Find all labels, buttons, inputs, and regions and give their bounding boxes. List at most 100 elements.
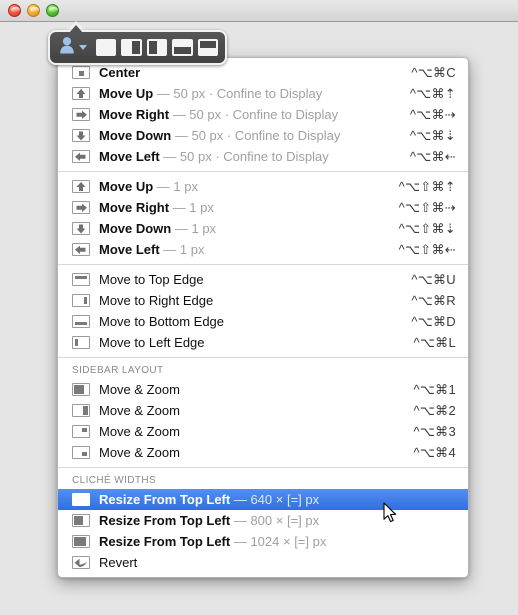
menu-item-shortcut: ^⌥⌘4 (413, 444, 456, 460)
chevron-down-icon (79, 45, 87, 50)
menu-item[interactable]: Move to Bottom Edge ^⌥⌘D (58, 311, 468, 332)
menu-item[interactable]: Resize From Top Left — 1024 × [=] px (58, 531, 468, 552)
menu-separator (58, 467, 468, 468)
menu-item-text: Resize From Top Left — 640 × [=] px (99, 492, 456, 507)
menu-item-detail: — 50 px · Confine to Display (172, 107, 339, 122)
toolbar-popover (48, 30, 227, 65)
menu-item[interactable]: Resize From Top Left — 800 × [=] px (58, 510, 468, 531)
menu-item-label: Move Down (99, 128, 172, 143)
menu-item-label: Move & Zoom (99, 445, 180, 460)
section-header: SIDEBAR LAYOUT (72, 365, 164, 376)
menu-item-label: Move Left (99, 149, 160, 164)
menu-item-shortcut: ^⌥⌘R (411, 292, 456, 308)
menu-item[interactable]: Move Left — 1 px ^⌥⇧⌘⇠ (58, 239, 468, 260)
menu-item[interactable]: Move & Zoom ^⌥⌘4 (58, 442, 468, 463)
menu-item-shortcut: ^⌥⌘⇠ (409, 148, 456, 164)
menu-item-label: Resize From Top Left (99, 534, 231, 549)
sidebar-2-icon (72, 404, 90, 417)
close-button[interactable] (8, 4, 21, 17)
menu-item[interactable]: Resize From Top Left — 640 × [=] px (58, 489, 468, 510)
menu-item-label: Revert (99, 555, 138, 570)
menu-section: Move to Top Edge ^⌥⌘U Move to Right Edge ^⌥… (58, 269, 468, 353)
menu-item-label: Move & Zoom (99, 403, 180, 418)
menu-item-label: Move to Top Edge (99, 272, 204, 287)
arrow-down-icon (72, 129, 90, 142)
menu-item[interactable]: Move to Left Edge ^⌥⌘L (58, 332, 468, 353)
menu-item[interactable]: Move & Zoom ^⌥⌘1 (58, 379, 468, 400)
menu-item-label: Move & Zoom (99, 382, 180, 397)
menu-item-text: Resize From Top Left — 1024 × [=] px (99, 534, 456, 549)
arrow-right-icon (72, 108, 90, 121)
menu-item[interactable]: Move Right — 50 px · Confine to Display ^… (58, 104, 468, 125)
menu-item[interactable]: Move Up — 1 px ^⌥⇧⌘⇡ (58, 176, 468, 197)
menu-item-text: Move & Zoom (99, 445, 399, 460)
menu-item-shortcut: ^⌥⌘1 (413, 381, 456, 397)
menu-item-label: Resize From Top Left (99, 513, 231, 528)
menu-item[interactable]: Move to Top Edge ^⌥⌘U (58, 269, 468, 290)
revert-icon (72, 556, 90, 569)
menu-item[interactable]: Move to Right Edge ^⌥⌘R (58, 290, 468, 311)
menu-item-detail: — 50 px · Confine to Display (163, 149, 329, 164)
menu-item[interactable]: Move Up — 50 px · Confine to Display ^⌥⌘⇡ (58, 83, 468, 104)
menu-item-text: Move & Zoom (99, 403, 399, 418)
menu-item-label: Move Right (99, 107, 170, 122)
menu-item-shortcut: ^⌥⌘⇣ (409, 127, 456, 143)
menu-item-label: Center (99, 65, 141, 80)
menu-separator (58, 357, 468, 358)
menu-item-text: Move & Zoom (99, 382, 399, 397)
person-menu-button[interactable] (57, 36, 87, 59)
menu-item-shortcut: ^⌥⌘3 (413, 423, 456, 439)
menu-item-detail: — 1 px (172, 200, 214, 215)
menu-item-detail: — 50 px · Confine to Display (174, 128, 341, 143)
menu-item[interactable]: Move & Zoom ^⌥⌘2 (58, 400, 468, 421)
menu-item-label: Move to Right Edge (99, 293, 214, 308)
menu-item-text: Move Left — 1 px (99, 242, 385, 257)
sidebar-3-icon (72, 425, 90, 438)
arrow-down-icon (72, 222, 90, 235)
menu-item-label: Move Right (99, 200, 170, 215)
center-icon (72, 66, 90, 79)
menu-item-text: Revert (99, 555, 456, 570)
layout-bottom-button[interactable] (197, 39, 219, 56)
menu-item-detail: — 1024 × [=] px (233, 534, 327, 549)
layout-left-button[interactable] (121, 39, 142, 56)
resize-1024-icon (72, 535, 90, 548)
menu-section: SIDEBAR LAYOUT Move & Zoom ^⌥⌘1 Move & Zoom… (58, 362, 468, 463)
layout-full-button[interactable] (96, 39, 117, 56)
menu-item[interactable]: Move Down — 1 px ^⌥⇧⌘⇣ (58, 218, 468, 239)
edge-bottom-icon (72, 315, 90, 328)
minimize-button[interactable] (27, 4, 40, 17)
layout-right-button[interactable] (146, 39, 168, 56)
menu-item-text: Move Left — 50 px · Confine to Display (99, 149, 396, 164)
menu-item-text: Move to Right Edge (99, 293, 397, 308)
menu-item-shortcut: ^⌥⌘L (413, 334, 456, 350)
menu-item-label: Move Up (99, 179, 154, 194)
person-icon (59, 36, 76, 59)
arrow-up-icon (72, 180, 90, 193)
menu-section: Move Up — 1 px ^⌥⇧⌘⇡ Move Right — 1 px ^⌥⇧⌘… (58, 176, 468, 260)
menu-item-text: Move Down — 1 px (99, 221, 385, 236)
menu-item[interactable]: Move Down — 50 px · Confine to Display ^⌥… (58, 125, 468, 146)
menu-item[interactable]: Move & Zoom ^⌥⌘3 (58, 421, 468, 442)
sidebar-4-icon (72, 446, 90, 459)
menu-item-text: Resize From Top Left — 800 × [=] px (99, 513, 456, 528)
menu-item-shortcut: ^⌥⌘2 (413, 402, 456, 418)
menu-item[interactable]: Move Right — 1 px ^⌥⇧⌘⇢ (58, 197, 468, 218)
menu-separator (58, 264, 468, 265)
menu-item-label: Move & Zoom (99, 424, 180, 439)
menu-item[interactable]: Revert (58, 552, 468, 573)
menu-item-label: Move to Left Edge (99, 335, 205, 350)
resize-800-icon (72, 514, 90, 527)
context-menu: Center ^⌥⌘C Move Up — 50 px · Confine to D… (57, 57, 469, 578)
menu-item[interactable]: Move Left — 50 px · Confine to Display ^⌥… (58, 146, 468, 167)
menu-item-detail: — 50 px · Confine to Display (156, 86, 323, 101)
menu-item[interactable]: Center ^⌥⌘C (58, 62, 468, 83)
zoom-button[interactable] (46, 4, 59, 17)
resize-640-icon (72, 493, 90, 506)
arrow-right-icon (72, 201, 90, 214)
traffic-lights (8, 4, 59, 17)
menu-item-text: Move Right — 50 px · Confine to Display (99, 107, 396, 122)
layout-top-button[interactable] (172, 39, 193, 56)
menu-item-detail: — 1 px (163, 242, 205, 257)
menu-item-text: Move Down — 50 px · Confine to Display (99, 128, 396, 143)
